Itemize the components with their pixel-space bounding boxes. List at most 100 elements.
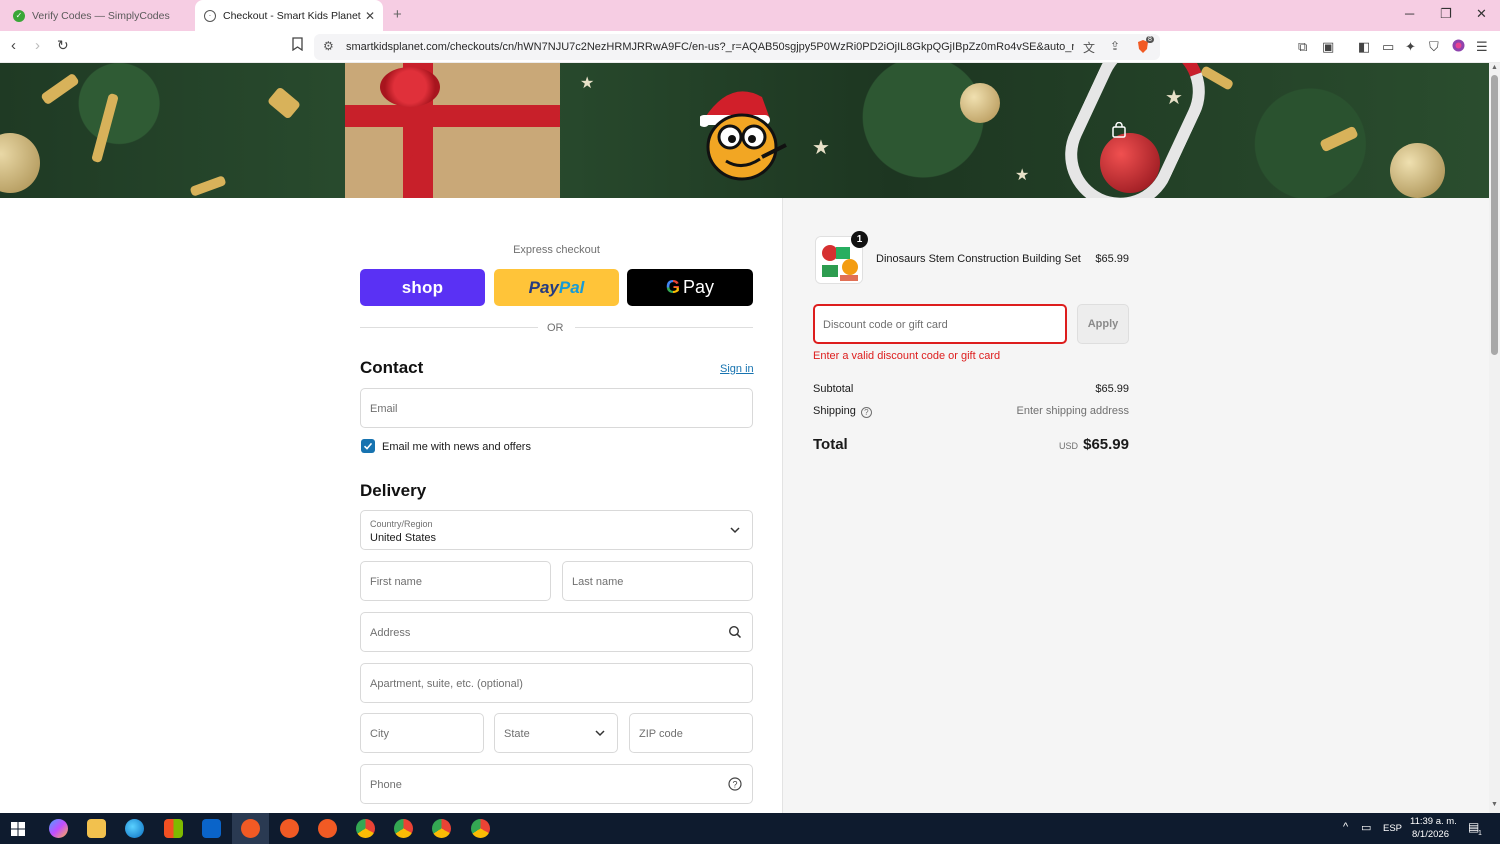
country-select[interactable]: Country/Region United States bbox=[360, 510, 753, 550]
discount-code-input[interactable]: Discount code or gift card bbox=[813, 304, 1067, 344]
city-field[interactable]: City bbox=[360, 713, 484, 753]
ornament-decoration bbox=[0, 133, 40, 193]
extensions-icon[interactable]: ⧉ bbox=[1298, 39, 1307, 55]
svg-text:?: ? bbox=[732, 779, 737, 789]
file-explorer-icon[interactable] bbox=[87, 819, 106, 838]
clock-time[interactable]: 11:39 a. m. bbox=[1410, 816, 1457, 827]
menu-icon[interactable]: ☰ bbox=[1476, 39, 1488, 55]
subtotal-value: $65.99 bbox=[1095, 383, 1129, 395]
first-name-field[interactable]: First name bbox=[360, 561, 551, 601]
notification-count: 1 bbox=[1478, 830, 1482, 837]
confetti-decoration bbox=[1319, 125, 1359, 153]
brave-browser-icon[interactable] bbox=[318, 819, 337, 838]
contact-heading: Contact bbox=[360, 358, 424, 377]
shipping-help-icon[interactable]: ? bbox=[860, 407, 872, 418]
address-bar[interactable]: ⚙ smartkidsplanet.com/checkouts/cn/hWN7N… bbox=[314, 34, 1160, 60]
total-value: $65.99 bbox=[1083, 436, 1129, 453]
sign-in-link[interactable]: Sign in bbox=[720, 363, 754, 375]
close-tab-icon[interactable]: ✕ bbox=[365, 9, 375, 23]
store-logo-mascot-icon[interactable] bbox=[700, 79, 790, 189]
minimize-icon[interactable]: ─ bbox=[1405, 6, 1414, 21]
url-text: smartkidsplanet.com/checkouts/cn/hWN7NJU… bbox=[346, 41, 1074, 53]
tab-search-icon[interactable]: ▣ bbox=[1322, 39, 1334, 55]
leo-ai-icon[interactable]: ✦ bbox=[1405, 39, 1416, 55]
outlook-icon[interactable] bbox=[202, 819, 221, 838]
zip-code-field[interactable]: ZIP code bbox=[629, 713, 753, 753]
city-placeholder: City bbox=[370, 728, 389, 740]
tab-simplycodes[interactable]: ✓ Verify Codes — SimplyCodes bbox=[6, 0, 194, 31]
star-decoration: ★ bbox=[580, 75, 595, 92]
apartment-field[interactable]: Apartment, suite, etc. (optional) bbox=[360, 663, 753, 703]
confetti-decoration bbox=[266, 86, 302, 120]
discount-error-message: Enter a valid discount code or gift card bbox=[813, 350, 1001, 362]
wallet-icon[interactable]: ▭ bbox=[1382, 39, 1394, 55]
clock-date[interactable]: 8/1/2026 bbox=[1412, 829, 1449, 840]
or-text: OR bbox=[547, 322, 564, 334]
subtotal-row: Subtotal $65.99 bbox=[813, 383, 1129, 395]
brave-browser-icon[interactable] bbox=[241, 819, 260, 838]
last-name-field[interactable]: Last name bbox=[562, 561, 753, 601]
country-value: United States bbox=[370, 532, 437, 544]
scroll-up-icon[interactable]: ▲ bbox=[1491, 64, 1498, 71]
shop-pay-label: shop bbox=[401, 277, 444, 297]
star-decoration: ★ bbox=[812, 137, 830, 159]
shop-pay-button[interactable]: shop bbox=[360, 269, 485, 306]
restore-icon[interactable]: ❐ bbox=[1440, 6, 1452, 22]
shipping-label: Shipping bbox=[813, 405, 856, 417]
express-checkout-label: Express checkout bbox=[513, 244, 600, 256]
reload-icon[interactable]: ↻ bbox=[57, 37, 69, 54]
network-icon[interactable]: ▭ bbox=[1361, 821, 1371, 834]
profile-icon[interactable] bbox=[1452, 39, 1465, 55]
address-placeholder: Address bbox=[370, 627, 411, 639]
tray-chevron-up-icon[interactable]: ^ bbox=[1343, 821, 1348, 833]
shipping-row: Shipping? Enter shipping address bbox=[813, 405, 1129, 418]
translate-icon[interactable]: 文 bbox=[1083, 39, 1095, 56]
chevron-down-icon bbox=[730, 527, 740, 534]
page-scrollbar[interactable]: ▲ ▼ bbox=[1489, 63, 1500, 813]
ornament-decoration bbox=[1390, 143, 1445, 198]
phone-field[interactable]: Phone ? bbox=[360, 764, 753, 804]
site-settings-icon[interactable]: ⚙ bbox=[323, 39, 334, 53]
or-divider: OR bbox=[360, 322, 753, 334]
apply-discount-button[interactable]: Apply bbox=[1077, 304, 1129, 344]
state-placeholder: State bbox=[504, 728, 530, 740]
newsletter-checkbox[interactable] bbox=[361, 439, 375, 453]
currency-code: USD bbox=[1058, 441, 1078, 451]
paypal-button[interactable]: Pay Pal bbox=[494, 269, 619, 306]
chevron-down-icon bbox=[595, 730, 605, 737]
chrome-icon[interactable] bbox=[432, 819, 451, 838]
chrome-icon[interactable] bbox=[471, 819, 490, 838]
google-pay-button[interactable]: G Pay bbox=[627, 269, 753, 306]
tab-checkout[interactable]: · Checkout - Smart Kids Planet ✕ bbox=[195, 0, 383, 31]
edge-icon[interactable] bbox=[125, 819, 144, 838]
state-select[interactable]: State bbox=[494, 713, 618, 753]
windows-taskbar: ^ ▭ ESP 11:39 a. m. 8/1/2026 ▤ 1 bbox=[0, 813, 1500, 844]
sidebar-icon[interactable]: ◧ bbox=[1358, 39, 1370, 55]
input-language[interactable]: ESP bbox=[1383, 823, 1402, 834]
email-field[interactable]: Email bbox=[360, 388, 753, 428]
chrome-icon[interactable] bbox=[356, 819, 375, 838]
scrollbar-thumb[interactable] bbox=[1491, 75, 1498, 355]
address-field[interactable]: Address bbox=[360, 612, 753, 652]
order-summary-panel bbox=[782, 198, 1489, 813]
ornament-decoration bbox=[960, 83, 1000, 123]
bookmark-icon[interactable] bbox=[292, 37, 303, 54]
star-decoration: ★ bbox=[1165, 87, 1183, 109]
paypal-label-a: Pay bbox=[528, 277, 559, 297]
microsoft-store-icon[interactable] bbox=[164, 819, 183, 838]
help-icon[interactable]: ? bbox=[728, 777, 742, 791]
windows-start-icon[interactable] bbox=[11, 822, 25, 836]
back-icon[interactable]: ‹ bbox=[11, 37, 16, 54]
close-window-icon[interactable]: ✕ bbox=[1476, 6, 1487, 22]
forward-icon[interactable]: › bbox=[35, 37, 40, 54]
zip-code-placeholder: ZIP code bbox=[639, 728, 683, 740]
brave-browser-icon[interactable] bbox=[280, 819, 299, 838]
new-tab-icon[interactable]: + bbox=[393, 6, 402, 23]
chrome-icon[interactable] bbox=[394, 819, 413, 838]
star-decoration: ★ bbox=[1015, 167, 1030, 184]
shopping-bag-icon[interactable] bbox=[1111, 122, 1127, 138]
copilot-icon[interactable] bbox=[49, 819, 68, 838]
vpn-icon[interactable]: ⛉ bbox=[1429, 39, 1439, 55]
scroll-down-icon[interactable]: ▼ bbox=[1491, 801, 1498, 808]
share-icon[interactable]: ⇪ bbox=[1110, 39, 1120, 53]
